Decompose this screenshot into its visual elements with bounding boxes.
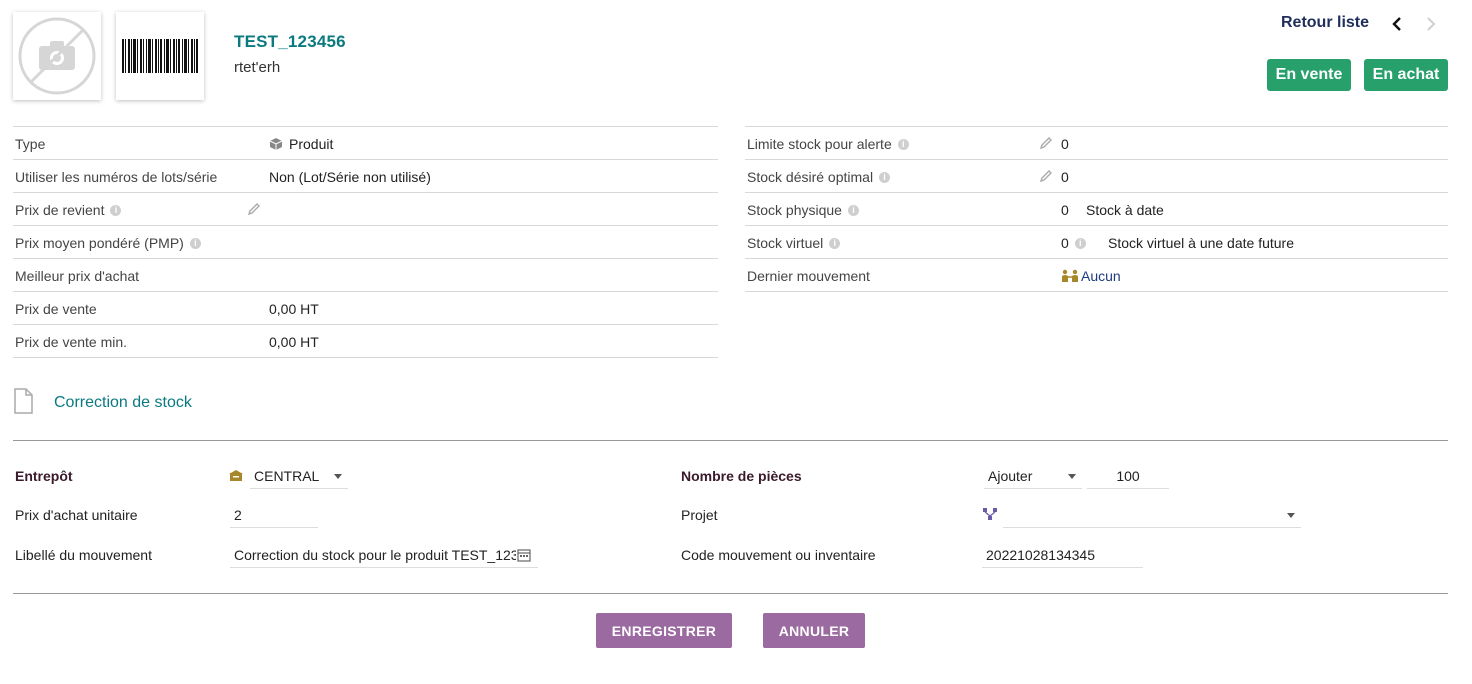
section-title: Correction de stock (54, 394, 192, 411)
info-icon[interactable]: i (829, 237, 841, 249)
cancel-button[interactable]: ANNULER (763, 613, 865, 648)
chevron-down-icon (1287, 513, 1295, 518)
calendar-icon[interactable] (517, 548, 531, 562)
barcode-icon (122, 39, 198, 73)
divider (13, 593, 1448, 594)
on-purchase-status[interactable]: En achat (1364, 59, 1448, 91)
stock-at-date-link[interactable]: Stock à date (1086, 202, 1164, 218)
field-label: Prix de vente min. (15, 334, 128, 350)
field-row-cost-price: Prix de revient i (13, 193, 718, 226)
movement-label: Libellé du mouvement (15, 547, 152, 563)
movement-code-input[interactable] (982, 542, 1143, 568)
field-row-desired-stock: Stock désiré optimal i 0 (745, 160, 1448, 193)
pencil-icon[interactable] (1039, 136, 1053, 150)
info-icon[interactable]: i (847, 204, 859, 216)
chevron-down-icon (1068, 474, 1076, 479)
divider (13, 440, 1448, 441)
product-photo[interactable] (13, 12, 101, 100)
field-row-sell-price: Prix de vente 0,00 HT (13, 292, 718, 325)
warehouse-select[interactable]: CENTRAL (250, 463, 348, 489)
field-label: Prix de revient (15, 202, 105, 218)
field-value: 0 (1061, 136, 1069, 152)
chevron-right-icon (1427, 17, 1436, 31)
back-to-list-link[interactable]: Retour liste (1281, 14, 1369, 32)
product-label: rtet'erh (234, 59, 281, 76)
quantity-input[interactable] (1087, 463, 1169, 489)
no-photo-icon (18, 17, 96, 95)
field-value: 0 (1061, 202, 1069, 218)
quantity-action-select[interactable]: Ajouter (984, 463, 1082, 489)
chevron-left-icon (1392, 17, 1401, 31)
product-ref: TEST_123456 (234, 32, 346, 51)
field-value: Non (Lot/Série non utilisé) (269, 169, 431, 185)
warehouse-value: CENTRAL (254, 467, 320, 484)
field-label: Prix moyen pondéré (PMP) (15, 235, 184, 251)
product-fields-right: Limite stock pour alerte i 0 Stock désiré… (745, 126, 1448, 292)
quantity-label: Nombre de pièces (681, 468, 802, 484)
on-sale-status[interactable]: En vente (1267, 59, 1351, 91)
info-icon[interactable]: i (897, 138, 909, 150)
field-row-physical-stock: Stock physique i 0 Stock à date (745, 193, 1448, 226)
last-movement-link[interactable]: Aucun (1081, 268, 1121, 284)
unit-price-label: Prix d'achat unitaire (15, 507, 138, 523)
info-icon[interactable]: i (1074, 237, 1086, 249)
movement-label-input[interactable] (230, 542, 538, 568)
movement-icon (1062, 269, 1078, 282)
field-row-last-movement: Dernier mouvement Aucun (745, 259, 1448, 292)
field-row-virtual-stock: Stock virtuel i 0i Stock virtuel à une da… (745, 226, 1448, 259)
field-value: 0 (1061, 235, 1069, 251)
field-label: Prix de vente (15, 301, 97, 317)
info-icon[interactable]: i (110, 204, 122, 216)
field-row-type: Type Produit (13, 127, 718, 160)
field-value: 0,00 HT (269, 301, 319, 317)
virtual-stock-future-link[interactable]: Stock virtuel à une date future (1108, 235, 1294, 251)
field-value: 0,00 HT (269, 334, 319, 350)
field-label: Stock physique (747, 202, 842, 218)
cube-icon (269, 138, 283, 150)
field-label: Type (15, 136, 46, 152)
chevron-down-icon (334, 474, 342, 479)
product-barcode[interactable] (116, 12, 204, 100)
field-label: Dernier mouvement (747, 268, 870, 284)
warehouse-label: Entrepôt (15, 468, 73, 484)
field-label: Limite stock pour alerte (747, 136, 892, 152)
project-icon (983, 508, 997, 520)
field-row-pmp: Prix moyen pondéré (PMP) i (13, 226, 718, 259)
info-icon[interactable]: i (879, 171, 891, 183)
quantity-action-value: Ajouter (988, 467, 1033, 484)
field-label: Stock virtuel (747, 235, 824, 251)
field-row-lots: Utiliser les numéros de lots/série Non (… (13, 160, 718, 193)
pencil-icon[interactable] (247, 202, 261, 216)
document-icon (14, 388, 33, 414)
project-label: Projet (681, 507, 718, 523)
unit-price-input[interactable] (230, 502, 318, 528)
movement-code-label: Code mouvement ou inventaire (681, 547, 876, 563)
field-value: Produit (289, 136, 334, 152)
field-value: 0 (1061, 169, 1069, 185)
info-icon[interactable]: i (189, 237, 201, 249)
save-button[interactable]: ENREGISTRER (596, 613, 732, 648)
field-label: Utiliser les numéros de lots/série (15, 169, 218, 185)
previous-record-button[interactable] (1389, 14, 1405, 34)
warehouse-icon (229, 470, 243, 481)
field-row-stock-alert: Limite stock pour alerte i 0 (745, 127, 1448, 160)
field-label: Meilleur prix d'achat (15, 268, 140, 284)
field-label: Stock désiré optimal (747, 169, 874, 185)
product-fields-left: Type Produit Utiliser les numéros de lot… (13, 126, 718, 358)
field-row-best-buy-price: Meilleur prix d'achat (13, 259, 718, 292)
next-record-button[interactable] (1423, 14, 1439, 34)
pencil-icon[interactable] (1039, 169, 1053, 183)
field-row-min-sell-price: Prix de vente min. 0,00 HT (13, 325, 718, 358)
project-select[interactable] (1003, 502, 1301, 528)
